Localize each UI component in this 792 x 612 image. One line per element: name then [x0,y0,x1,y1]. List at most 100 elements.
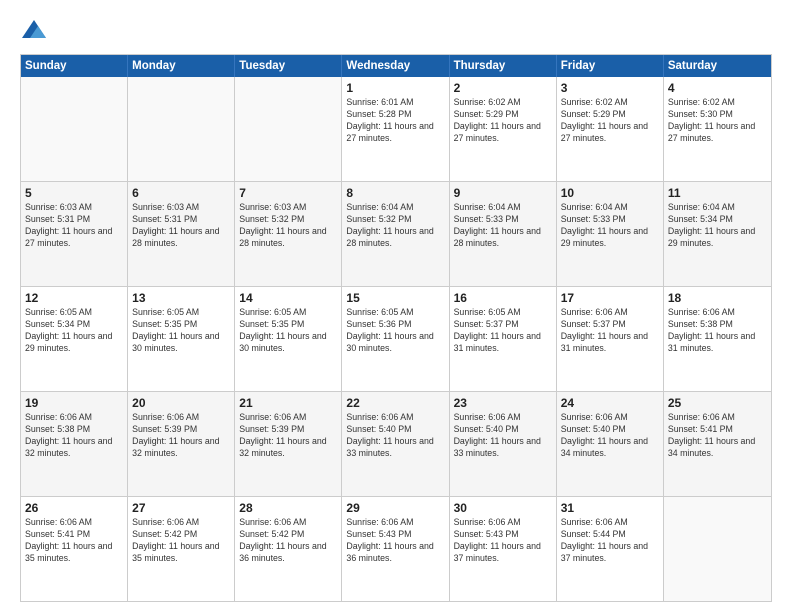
calendar-cell: 28 Sunrise: 6:06 AM Sunset: 5:42 PM Dayli… [235,497,342,601]
day-header: Saturday [664,55,771,77]
calendar-cell: 6 Sunrise: 6:03 AM Sunset: 5:31 PM Daylig… [128,182,235,286]
day-number: 18 [668,291,767,305]
calendar-row: 19 Sunrise: 6:06 AM Sunset: 5:38 PM Dayli… [21,391,771,496]
day-info: Sunrise: 6:05 AM Sunset: 5:36 PM Dayligh… [346,307,444,355]
day-number: 13 [132,291,230,305]
calendar-row: 1 Sunrise: 6:01 AM Sunset: 5:28 PM Daylig… [21,77,771,181]
day-info: Sunrise: 6:06 AM Sunset: 5:41 PM Dayligh… [25,517,123,565]
day-info: Sunrise: 6:04 AM Sunset: 5:33 PM Dayligh… [561,202,659,250]
calendar-cell: 14 Sunrise: 6:05 AM Sunset: 5:35 PM Dayli… [235,287,342,391]
calendar-cell: 13 Sunrise: 6:05 AM Sunset: 5:35 PM Dayli… [128,287,235,391]
day-info: Sunrise: 6:06 AM Sunset: 5:41 PM Dayligh… [668,412,767,460]
day-info: Sunrise: 6:06 AM Sunset: 5:37 PM Dayligh… [561,307,659,355]
calendar-cell: 27 Sunrise: 6:06 AM Sunset: 5:42 PM Dayli… [128,497,235,601]
day-info: Sunrise: 6:06 AM Sunset: 5:39 PM Dayligh… [239,412,337,460]
day-number: 27 [132,501,230,515]
day-number: 11 [668,186,767,200]
day-number: 4 [668,81,767,95]
calendar-cell: 19 Sunrise: 6:06 AM Sunset: 5:38 PM Dayli… [21,392,128,496]
day-info: Sunrise: 6:06 AM Sunset: 5:44 PM Dayligh… [561,517,659,565]
day-number: 23 [454,396,552,410]
day-header: Friday [557,55,664,77]
calendar-cell: 23 Sunrise: 6:06 AM Sunset: 5:40 PM Dayli… [450,392,557,496]
calendar-cell: 3 Sunrise: 6:02 AM Sunset: 5:29 PM Daylig… [557,77,664,181]
logo-icon [20,18,48,46]
day-info: Sunrise: 6:06 AM Sunset: 5:42 PM Dayligh… [132,517,230,565]
day-info: Sunrise: 6:06 AM Sunset: 5:43 PM Dayligh… [454,517,552,565]
calendar-row: 26 Sunrise: 6:06 AM Sunset: 5:41 PM Dayli… [21,496,771,601]
calendar-header: SundayMondayTuesdayWednesdayThursdayFrid… [21,55,771,77]
calendar-cell: 26 Sunrise: 6:06 AM Sunset: 5:41 PM Dayli… [21,497,128,601]
calendar-cell: 30 Sunrise: 6:06 AM Sunset: 5:43 PM Dayli… [450,497,557,601]
calendar-cell [664,497,771,601]
calendar-row: 12Sunrise: 6:05 AM Sunset: 5:34 PM Dayli… [21,286,771,391]
day-info: Sunrise: 6:04 AM Sunset: 5:34 PM Dayligh… [668,202,767,250]
day-number: 10 [561,186,659,200]
day-info: Sunrise: 6:05 AM Sunset: 5:35 PM Dayligh… [132,307,230,355]
calendar-cell [128,77,235,181]
day-header: Tuesday [235,55,342,77]
day-info: Sunrise: 6:06 AM Sunset: 5:38 PM Dayligh… [668,307,767,355]
day-info: Sunrise: 6:06 AM Sunset: 5:40 PM Dayligh… [454,412,552,460]
day-info: Sunrise: 6:06 AM Sunset: 5:38 PM Dayligh… [25,412,123,460]
day-info: Sunrise: 6:02 AM Sunset: 5:30 PM Dayligh… [668,97,767,145]
day-info: Sunrise: 6:04 AM Sunset: 5:33 PM Dayligh… [454,202,552,250]
calendar-cell: 18 Sunrise: 6:06 AM Sunset: 5:38 PM Dayli… [664,287,771,391]
calendar-cell: 11 Sunrise: 6:04 AM Sunset: 5:34 PM Dayli… [664,182,771,286]
day-number: 15 [346,291,444,305]
calendar-cell: 9 Sunrise: 6:04 AM Sunset: 5:33 PM Daylig… [450,182,557,286]
day-number: 5 [25,186,123,200]
day-info: Sunrise: 6:02 AM Sunset: 5:29 PM Dayligh… [561,97,659,145]
day-number: 3 [561,81,659,95]
calendar-body: 1 Sunrise: 6:01 AM Sunset: 5:28 PM Daylig… [21,77,771,601]
calendar: SundayMondayTuesdayWednesdayThursdayFrid… [20,54,772,602]
day-info: Sunrise: 6:03 AM Sunset: 5:31 PM Dayligh… [25,202,123,250]
day-number: 19 [25,396,123,410]
calendar-cell: 12Sunrise: 6:05 AM Sunset: 5:34 PM Dayli… [21,287,128,391]
day-number: 30 [454,501,552,515]
day-number: 2 [454,81,552,95]
calendar-cell: 31 Sunrise: 6:06 AM Sunset: 5:44 PM Dayli… [557,497,664,601]
day-info: Sunrise: 6:05 AM Sunset: 5:35 PM Dayligh… [239,307,337,355]
day-header: Monday [128,55,235,77]
page: SundayMondayTuesdayWednesdayThursdayFrid… [0,0,792,612]
day-number: 22 [346,396,444,410]
calendar-cell: 8Sunrise: 6:04 AM Sunset: 5:32 PM Daylig… [342,182,449,286]
day-number: 12 [25,291,123,305]
day-number: 29 [346,501,444,515]
day-number: 25 [668,396,767,410]
calendar-cell: 1 Sunrise: 6:01 AM Sunset: 5:28 PM Daylig… [342,77,449,181]
calendar-cell: 29Sunrise: 6:06 AM Sunset: 5:43 PM Dayli… [342,497,449,601]
day-info: Sunrise: 6:03 AM Sunset: 5:32 PM Dayligh… [239,202,337,250]
calendar-cell [235,77,342,181]
calendar-cell: 24Sunrise: 6:06 AM Sunset: 5:40 PM Dayli… [557,392,664,496]
calendar-cell [21,77,128,181]
day-info: Sunrise: 6:06 AM Sunset: 5:42 PM Dayligh… [239,517,337,565]
day-info: Sunrise: 6:06 AM Sunset: 5:39 PM Dayligh… [132,412,230,460]
day-info: Sunrise: 6:05 AM Sunset: 5:37 PM Dayligh… [454,307,552,355]
day-number: 16 [454,291,552,305]
day-number: 9 [454,186,552,200]
calendar-cell: 22Sunrise: 6:06 AM Sunset: 5:40 PM Dayli… [342,392,449,496]
calendar-cell: 25 Sunrise: 6:06 AM Sunset: 5:41 PM Dayli… [664,392,771,496]
day-number: 26 [25,501,123,515]
day-number: 31 [561,501,659,515]
day-number: 6 [132,186,230,200]
logo-area [20,18,52,46]
day-number: 14 [239,291,337,305]
day-number: 28 [239,501,337,515]
calendar-cell: 5 Sunrise: 6:03 AM Sunset: 5:31 PM Daylig… [21,182,128,286]
day-info: Sunrise: 6:02 AM Sunset: 5:29 PM Dayligh… [454,97,552,145]
day-number: 20 [132,396,230,410]
day-number: 7 [239,186,337,200]
day-header: Sunday [21,55,128,77]
day-number: 1 [346,81,444,95]
day-info: Sunrise: 6:03 AM Sunset: 5:31 PM Dayligh… [132,202,230,250]
day-number: 17 [561,291,659,305]
day-number: 21 [239,396,337,410]
header [20,18,772,46]
day-info: Sunrise: 6:01 AM Sunset: 5:28 PM Dayligh… [346,97,444,145]
day-header: Wednesday [342,55,449,77]
calendar-cell: 15 Sunrise: 6:05 AM Sunset: 5:36 PM Dayli… [342,287,449,391]
day-number: 24 [561,396,659,410]
